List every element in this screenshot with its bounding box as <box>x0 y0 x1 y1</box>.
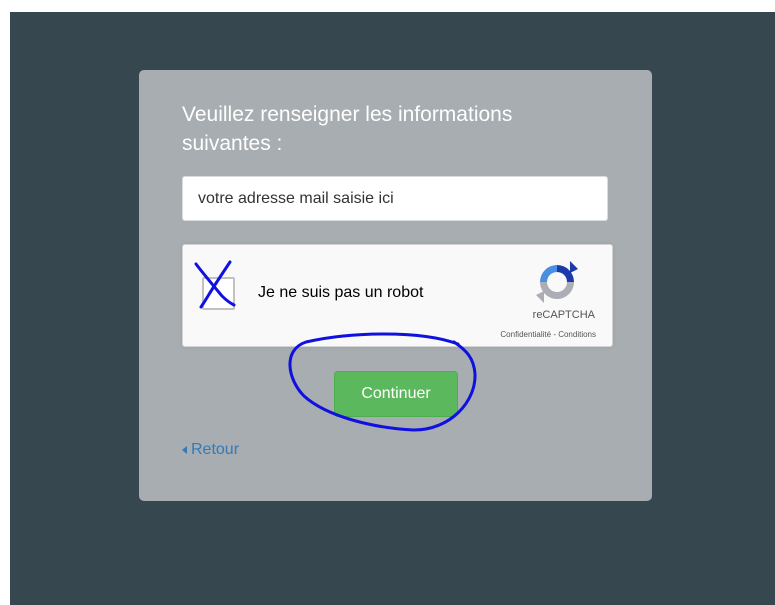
recaptcha-widget: Je ne suis pas un robot reCAPTCHA Confid… <box>182 244 613 347</box>
email-field[interactable] <box>182 176 608 221</box>
back-link-label: Retour <box>191 441 240 458</box>
recaptcha-brand: reCAPTCHA <box>532 309 595 321</box>
recaptcha-checkbox[interactable] <box>202 277 235 310</box>
page-background: Veuillez renseigner les informations sui… <box>10 12 775 605</box>
back-link[interactable]: Retour <box>182 441 239 459</box>
form-heading: Veuillez renseigner les informations sui… <box>182 103 513 155</box>
form-card: Veuillez renseigner les informations sui… <box>139 70 652 501</box>
recaptcha-logo-icon <box>536 261 578 303</box>
recaptcha-label: Je ne suis pas un robot <box>258 284 424 301</box>
caret-left-icon <box>182 446 187 454</box>
continue-button[interactable]: Continuer <box>334 371 458 417</box>
recaptcha-links[interactable]: Confidentialité - Conditions <box>500 330 596 339</box>
